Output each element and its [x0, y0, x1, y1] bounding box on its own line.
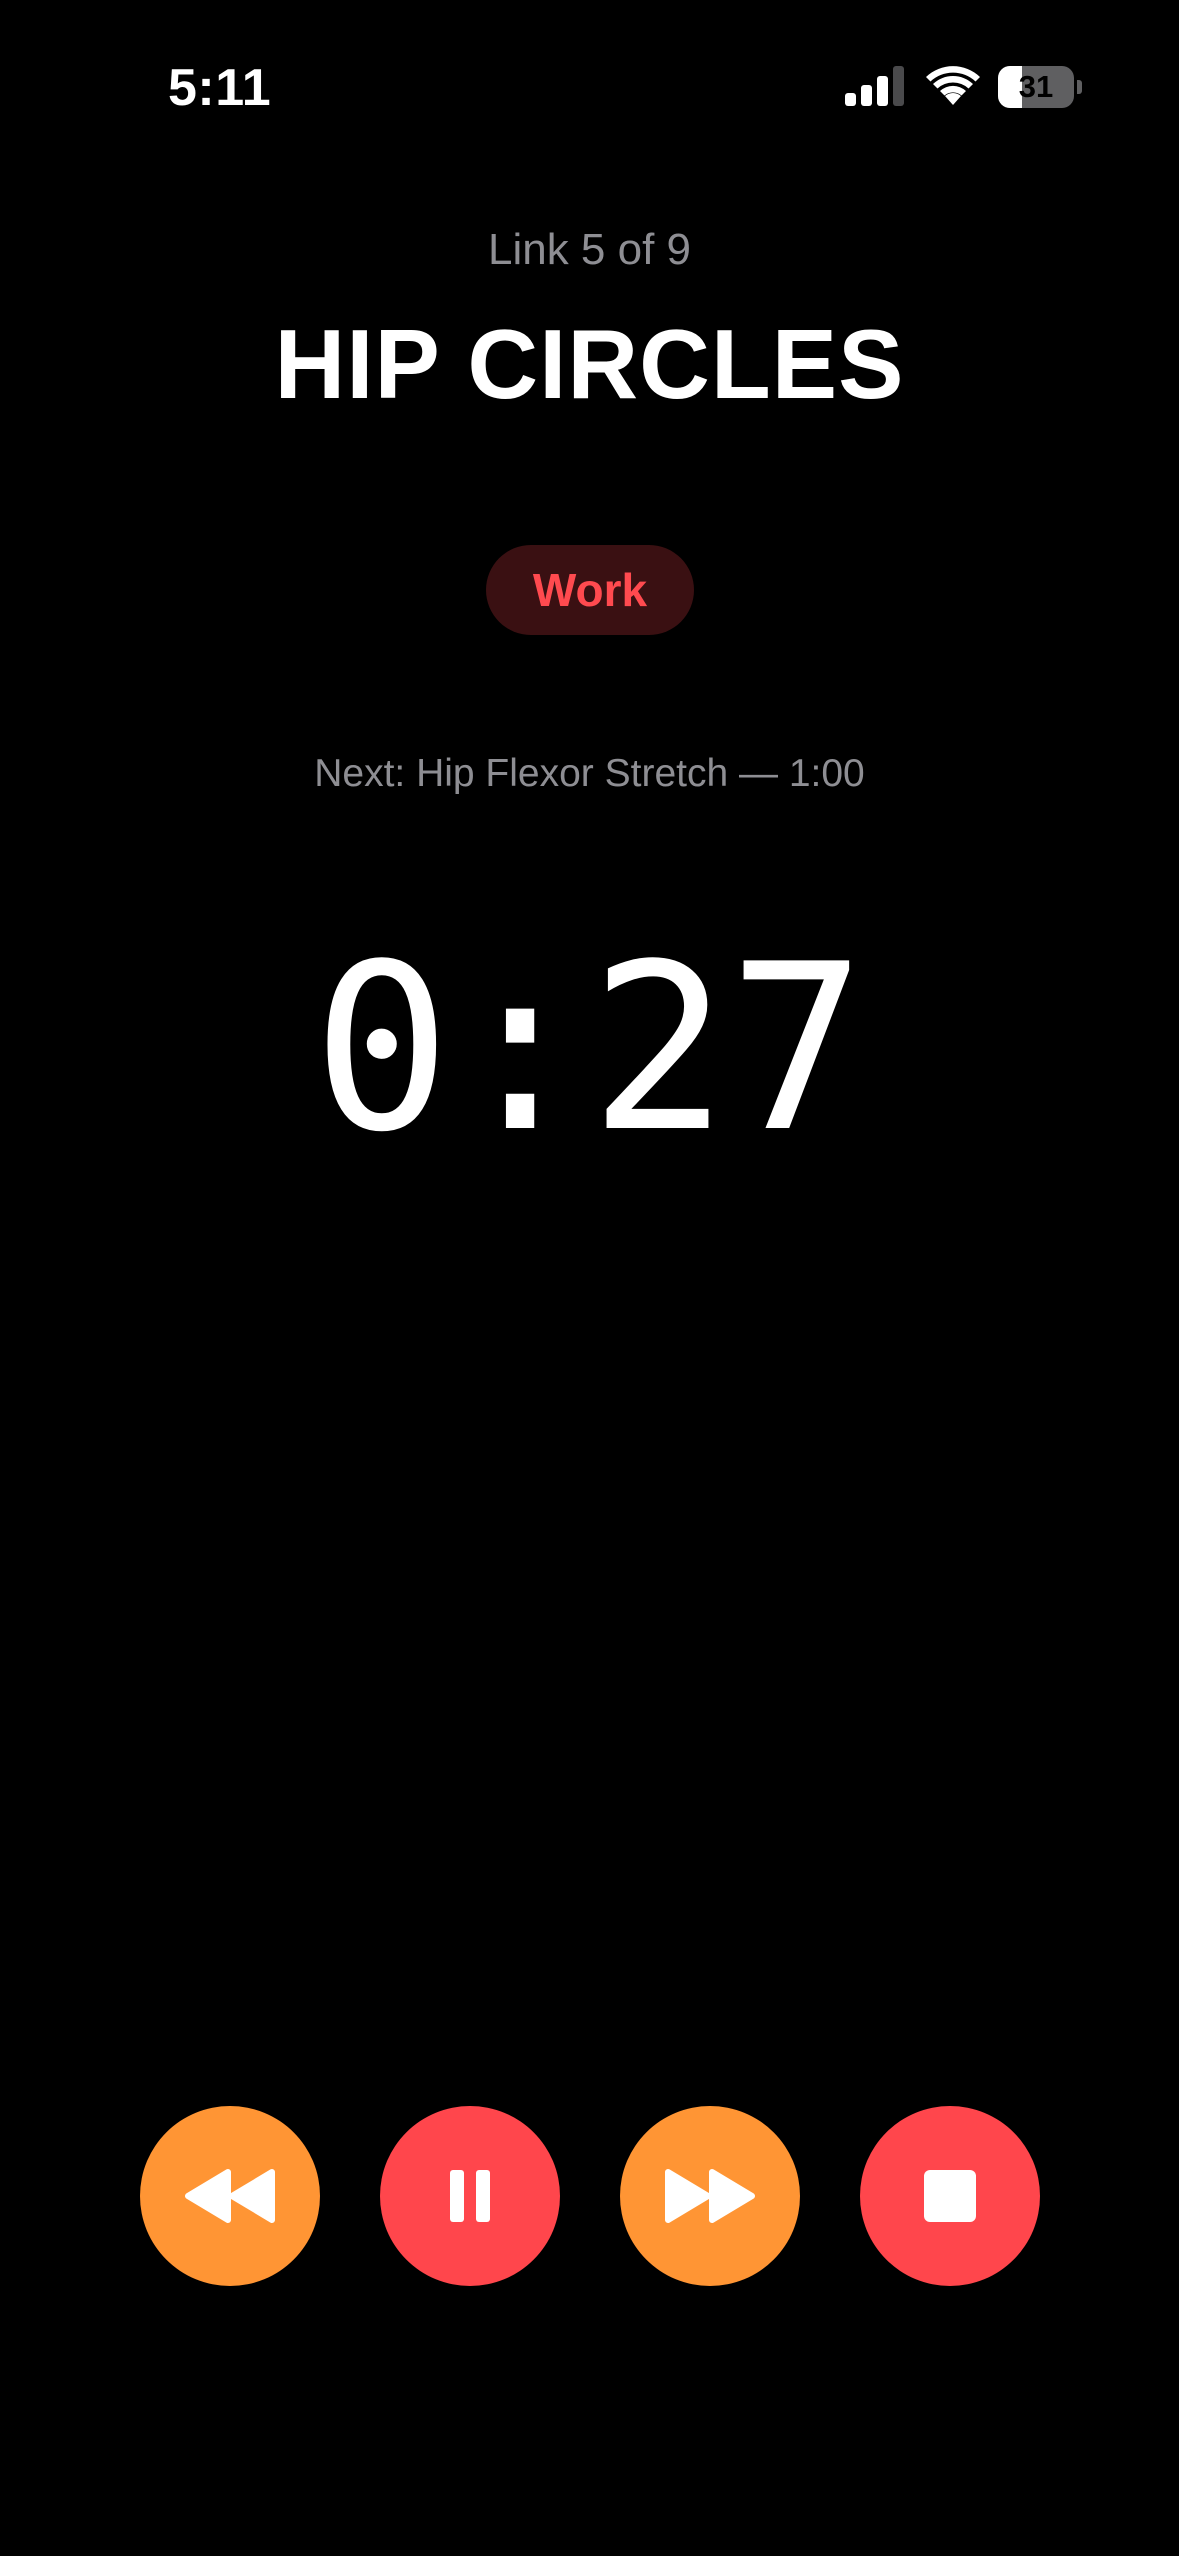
signal-bar	[861, 85, 872, 106]
countdown-timer: 0:27	[312, 916, 867, 1183]
fast-forward-button[interactable]	[620, 2106, 800, 2286]
status-bar: 5:11 31	[0, 0, 1179, 150]
status-time: 5:11	[168, 59, 272, 117]
exercise-title: HIP CIRCLES	[274, 309, 905, 419]
signal-bar	[893, 66, 904, 106]
signal-bar	[877, 76, 888, 106]
battery-nub	[1077, 80, 1082, 94]
cellular-signal-icon	[845, 66, 905, 106]
wifi-icon	[925, 64, 981, 108]
stop-icon	[924, 2170, 976, 2222]
battery-icon: 31	[998, 66, 1082, 108]
pause-button[interactable]	[380, 2106, 560, 2286]
phase-badge: Work	[486, 545, 694, 635]
battery-level: 31	[1018, 69, 1054, 104]
battery-body: 31	[998, 66, 1074, 108]
signal-bar	[845, 93, 856, 106]
pause-icon	[450, 2170, 490, 2222]
rewind-button[interactable]	[140, 2106, 320, 2286]
fast-forward-icon	[665, 2169, 755, 2223]
playback-controls	[0, 2106, 1179, 2286]
next-exercise-label: Next: Hip Flexor Stretch — 1:00	[314, 752, 865, 795]
rewind-icon	[185, 2169, 275, 2223]
stop-button[interactable]	[860, 2106, 1040, 2286]
link-counter: Link 5 of 9	[487, 225, 692, 274]
